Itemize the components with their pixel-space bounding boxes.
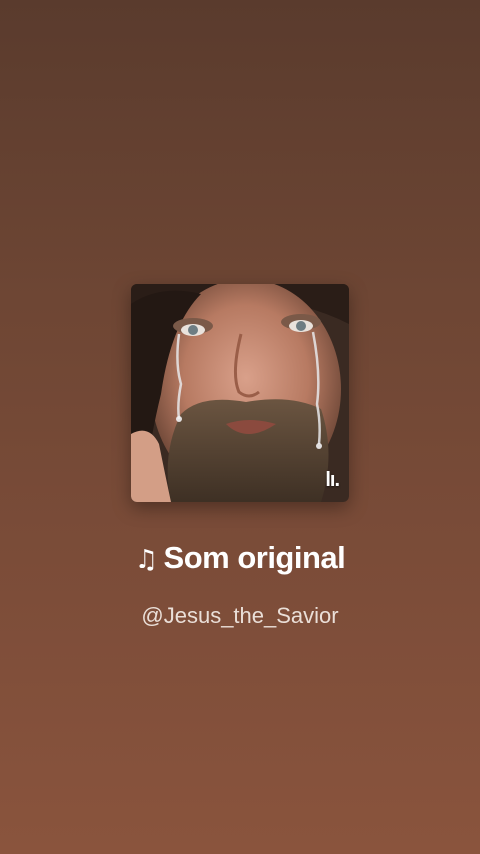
- sound-cover-image[interactable]: lı.: [131, 284, 349, 502]
- cover-badge-icon: lı.: [325, 469, 340, 491]
- music-note-icon: ♫: [134, 545, 158, 575]
- cover-artwork-illustration: [131, 284, 349, 502]
- sound-author-link[interactable]: @Jesus_the_Savior: [0, 603, 480, 629]
- audio-page: { "cover": { "icon": "jesus-crying-artwo…: [0, 0, 480, 854]
- sound-title-row[interactable]: ♫ Som original: [0, 540, 480, 576]
- sound-title: Som original: [163, 540, 346, 575]
